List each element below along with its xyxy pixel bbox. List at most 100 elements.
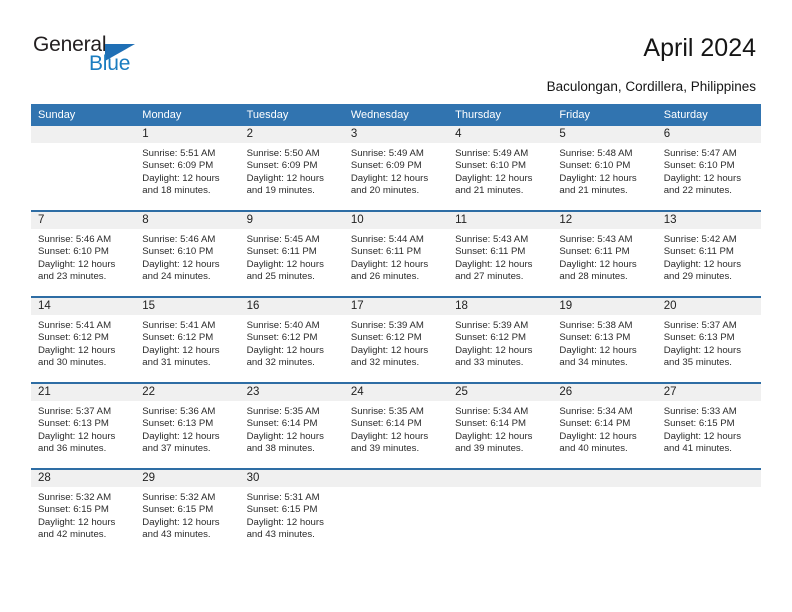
sunset-text: Sunset: 6:10 PM	[38, 246, 109, 258]
day-number	[656, 470, 761, 487]
sunrise-text: Sunrise: 5:46 AM	[142, 234, 216, 245]
calendar-day-cell[interactable]: 1 Sunrise: 5:51 AM Sunset: 6:09 PM Daylight…	[135, 126, 240, 211]
calendar-day-cell[interactable]: 29 Sunrise: 5:32 AM Sunset: 6:15 PM Dayligh…	[135, 468, 240, 554]
sunset-text: Sunset: 6:11 PM	[246, 246, 317, 258]
calendar-day-cell[interactable]: 27 Sunrise: 5:33 AM Sunset: 6:15 PM Dayligh…	[656, 382, 761, 469]
day-sun-info: Sunrise: 5:32 AM Sunset: 6:15 PM Daylight:…	[135, 487, 239, 542]
calendar-day-cell[interactable]: 17 Sunrise: 5:39 AM Sunset: 6:12 PM Dayligh…	[343, 296, 449, 383]
day-sun-info: Sunrise: 5:40 AM Sunset: 6:12 PM Daylight:…	[240, 315, 344, 370]
day-sun-info: Sunrise: 5:46 AM Sunset: 6:10 PM Daylight:…	[135, 229, 239, 284]
daylight-text: Daylight: 12 hours	[142, 516, 220, 528]
daylight-text-cont: and 39 minutes.	[350, 443, 420, 455]
daylight-text-cont: and 29 minutes.	[663, 271, 732, 283]
daylight-text: Daylight: 12 hours	[142, 258, 220, 270]
daylight-text: Daylight: 12 hours	[455, 430, 533, 442]
daylight-text: Daylight: 12 hours	[38, 430, 116, 442]
calendar-day-cell[interactable]: 10 Sunrise: 5:44 AM Sunset: 6:11 PM Dayligh…	[343, 210, 449, 297]
daylight-text: Daylight: 12 hours	[142, 430, 220, 442]
calendar-day-cell[interactable]: 16 Sunrise: 5:40 AM Sunset: 6:12 PM Dayligh…	[239, 296, 344, 383]
day-cell-inner: 29 Sunrise: 5:32 AM Sunset: 6:15 PM Dayligh…	[135, 470, 240, 554]
calendar-day-cell[interactable]: 13 Sunrise: 5:42 AM Sunset: 6:11 PM Dayligh…	[656, 210, 761, 297]
calendar-day-cell[interactable]: 8 Sunrise: 5:46 AM Sunset: 6:10 PM Daylight…	[135, 210, 240, 297]
calendar-day-cell[interactable]: 15 Sunrise: 5:41 AM Sunset: 6:12 PM Dayligh…	[135, 296, 240, 383]
day-number: 9	[239, 212, 344, 229]
daylight-text: Daylight: 12 hours	[455, 172, 533, 184]
day-cell-inner: 20 Sunrise: 5:37 AM Sunset: 6:13 PM Dayligh…	[656, 298, 761, 382]
daylight-text: Daylight: 12 hours	[246, 430, 324, 442]
day-sun-info: Sunrise: 5:31 AM Sunset: 6:15 PM Daylight:…	[240, 487, 344, 542]
calendar-day-cell[interactable]: 18 Sunrise: 5:39 AM Sunset: 6:12 PM Dayligh…	[448, 296, 553, 383]
day-number	[448, 470, 553, 487]
daylight-text: Daylight: 12 hours	[246, 258, 324, 270]
sunset-text: Sunset: 6:12 PM	[455, 332, 527, 344]
sunrise-text: Sunrise: 5:43 AM	[559, 234, 633, 245]
calendar-day-cell[interactable]: 22 Sunrise: 5:36 AM Sunset: 6:13 PM Dayligh…	[135, 382, 240, 469]
calendar-day-cell[interactable]: 5 Sunrise: 5:48 AM Sunset: 6:10 PM Daylight…	[552, 126, 657, 211]
day-number: 8	[135, 212, 240, 229]
day-cell-inner: 18 Sunrise: 5:39 AM Sunset: 6:12 PM Dayligh…	[448, 298, 553, 382]
daylight-text-cont: and 32 minutes.	[350, 357, 420, 369]
weekday-header-friday: Friday	[552, 104, 657, 126]
day-number: 12	[552, 212, 657, 229]
daylight-text: Daylight: 12 hours	[350, 430, 429, 442]
day-number: 22	[135, 384, 240, 401]
calendar-day-cell[interactable]: 4 Sunrise: 5:49 AM Sunset: 6:10 PM Daylight…	[448, 126, 553, 211]
day-sun-info	[344, 487, 448, 492]
calendar-day-cell[interactable]: 25 Sunrise: 5:34 AM Sunset: 6:14 PM Dayligh…	[448, 382, 553, 469]
sunset-text: Sunset: 6:12 PM	[38, 332, 109, 344]
calendar-day-cell[interactable]: 7 Sunrise: 5:46 AM Sunset: 6:10 PM Daylight…	[31, 210, 136, 297]
calendar-day-cell[interactable]: 9 Sunrise: 5:45 AM Sunset: 6:11 PM Daylight…	[239, 210, 344, 297]
calendar-day-cell[interactable]: 3 Sunrise: 5:49 AM Sunset: 6:09 PM Daylight…	[343, 126, 449, 211]
calendar-day-cell[interactable]: 21 Sunrise: 5:37 AM Sunset: 6:13 PM Dayligh…	[31, 382, 136, 469]
calendar-week-row: 7 Sunrise: 5:46 AM Sunset: 6:10 PM Daylight…	[31, 210, 761, 297]
daylight-text-cont: and 27 minutes.	[455, 271, 524, 283]
day-cell-inner: 27 Sunrise: 5:33 AM Sunset: 6:15 PM Dayligh…	[656, 384, 761, 468]
calendar-day-cell[interactable]: 23 Sunrise: 5:35 AM Sunset: 6:14 PM Dayligh…	[239, 382, 344, 469]
calendar-day-cell[interactable]: 26 Sunrise: 5:34 AM Sunset: 6:14 PM Dayligh…	[552, 382, 657, 469]
day-sun-info: Sunrise: 5:43 AM Sunset: 6:11 PM Daylight:…	[448, 229, 552, 284]
general-blue-logo: General Blue	[33, 33, 173, 79]
day-sun-info: Sunrise: 5:46 AM Sunset: 6:10 PM Daylight:…	[31, 229, 135, 284]
calendar-day-cell[interactable]: 6 Sunrise: 5:47 AM Sunset: 6:10 PM Daylight…	[656, 126, 761, 211]
sunrise-text: Sunrise: 5:42 AM	[663, 234, 737, 245]
day-sun-info: Sunrise: 5:43 AM Sunset: 6:11 PM Daylight:…	[552, 229, 656, 284]
day-number: 13	[656, 212, 761, 229]
sunrise-text: Sunrise: 5:33 AM	[663, 406, 737, 417]
day-cell-inner: 7 Sunrise: 5:46 AM Sunset: 6:10 PM Daylight…	[31, 212, 136, 296]
day-cell-inner: 15 Sunrise: 5:41 AM Sunset: 6:12 PM Dayligh…	[135, 298, 240, 382]
sunset-text: Sunset: 6:11 PM	[455, 246, 526, 258]
daylight-text-cont: and 22 minutes.	[663, 185, 732, 197]
sunset-text: Sunset: 6:09 PM	[246, 160, 318, 172]
calendar-day-cell[interactable]: 11 Sunrise: 5:43 AM Sunset: 6:11 PM Dayligh…	[448, 210, 553, 297]
calendar-day-cell[interactable]: 24 Sunrise: 5:35 AM Sunset: 6:14 PM Dayligh…	[343, 382, 449, 469]
day-cell-inner: 5 Sunrise: 5:48 AM Sunset: 6:10 PM Daylight…	[552, 126, 657, 210]
daylight-text-cont: and 19 minutes.	[246, 185, 315, 197]
day-number: 4	[448, 126, 553, 143]
daylight-text: Daylight: 12 hours	[38, 516, 116, 528]
calendar-day-cell[interactable]: 20 Sunrise: 5:37 AM Sunset: 6:13 PM Dayligh…	[656, 296, 761, 383]
calendar-day-cell[interactable]: 2 Sunrise: 5:50 AM Sunset: 6:09 PM Daylight…	[239, 126, 344, 211]
daylight-text-cont: and 42 minutes.	[38, 529, 107, 541]
daylight-text: Daylight: 12 hours	[38, 258, 116, 270]
day-number: 19	[552, 298, 657, 315]
daylight-text-cont: and 21 minutes.	[455, 185, 524, 197]
daylight-text-cont: and 23 minutes.	[38, 271, 107, 283]
sunrise-text: Sunrise: 5:41 AM	[142, 320, 216, 331]
daylight-text-cont: and 31 minutes.	[142, 357, 211, 369]
day-cell-inner: 17 Sunrise: 5:39 AM Sunset: 6:12 PM Dayligh…	[343, 298, 449, 382]
sunset-text: Sunset: 6:12 PM	[350, 332, 422, 344]
calendar-day-cell[interactable]: 19 Sunrise: 5:38 AM Sunset: 6:13 PM Dayligh…	[552, 296, 657, 383]
daylight-text: Daylight: 12 hours	[246, 344, 324, 356]
day-number: 30	[239, 470, 344, 487]
day-cell-inner: 30 Sunrise: 5:31 AM Sunset: 6:15 PM Dayligh…	[239, 470, 344, 554]
calendar-day-cell[interactable]: 12 Sunrise: 5:43 AM Sunset: 6:11 PM Dayligh…	[552, 210, 657, 297]
day-cell-inner: 12 Sunrise: 5:43 AM Sunset: 6:11 PM Dayligh…	[552, 212, 657, 296]
calendar-day-cell[interactable]: 30 Sunrise: 5:31 AM Sunset: 6:15 PM Dayligh…	[239, 468, 344, 554]
calendar-day-cell[interactable]: 28 Sunrise: 5:32 AM Sunset: 6:15 PM Dayligh…	[31, 468, 136, 554]
day-sun-info: Sunrise: 5:49 AM Sunset: 6:10 PM Daylight:…	[448, 143, 552, 198]
day-cell-inner: 13 Sunrise: 5:42 AM Sunset: 6:11 PM Dayligh…	[656, 212, 761, 296]
page-header: General Blue April 2024 Baculongan, Cord…	[0, 0, 792, 100]
day-number: 24	[343, 384, 449, 401]
sunrise-text: Sunrise: 5:32 AM	[142, 492, 216, 503]
calendar-day-cell[interactable]: 14 Sunrise: 5:41 AM Sunset: 6:12 PM Dayligh…	[31, 296, 136, 383]
